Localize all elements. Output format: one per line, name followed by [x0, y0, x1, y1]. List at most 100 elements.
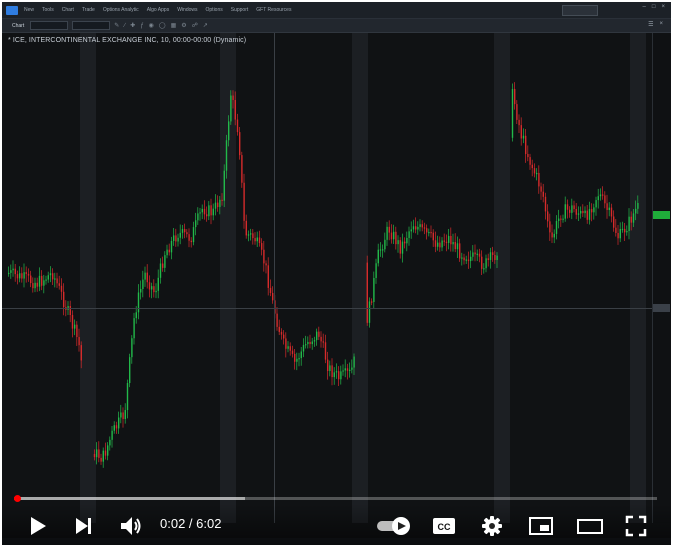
candle-body [287, 346, 289, 349]
candle-body [522, 135, 525, 139]
candle-body [302, 344, 305, 352]
candle-body [586, 210, 588, 220]
candle-body [298, 358, 300, 360]
candle-body [496, 255, 498, 261]
candle-body [71, 315, 74, 329]
candle-body [296, 358, 298, 362]
candle-body [32, 283, 34, 289]
next-button[interactable] [74, 516, 94, 536]
candle-body [595, 200, 597, 208]
candle-body [542, 191, 544, 197]
candle-body [417, 226, 419, 230]
close-icon: × [661, 4, 665, 10]
candle-body [401, 241, 404, 254]
candle-body [100, 457, 102, 462]
candle-body [23, 272, 25, 279]
candle-body [214, 202, 217, 209]
candle-body [584, 210, 586, 214]
candle-body [621, 228, 624, 231]
candle-body [606, 203, 608, 210]
play-button[interactable] [28, 515, 48, 537]
candle-body [527, 154, 529, 158]
candle-body [27, 273, 30, 276]
window-controls: – □ × [643, 4, 665, 10]
candle-body [406, 237, 408, 244]
candle-body [423, 227, 426, 229]
candle-body [190, 240, 192, 243]
link-icon: ☍ [191, 23, 198, 29]
candle-body [624, 228, 626, 233]
autoplay-toggle[interactable] [376, 516, 412, 536]
crosshair-tool-icon: ✚ [130, 23, 136, 29]
next-icon [76, 518, 91, 534]
menu-item-options: Options [205, 7, 223, 13]
candle-body [265, 263, 267, 266]
candle-body [454, 242, 456, 250]
candle-body [615, 227, 617, 234]
candle-body [25, 272, 27, 274]
candle-body [575, 208, 577, 215]
candle-body [551, 232, 553, 238]
volume-button[interactable] [119, 514, 143, 538]
candle-body [300, 351, 302, 359]
candle-body [320, 336, 322, 342]
candle-body [626, 231, 628, 233]
candle-body [324, 342, 327, 360]
candle-body [118, 417, 120, 429]
candle-body [555, 221, 558, 234]
candle-body [331, 365, 333, 378]
candle-body [162, 263, 164, 268]
candle-body [135, 312, 137, 319]
candle-body [426, 228, 428, 233]
candle-body [415, 226, 417, 230]
settings-button[interactable] [481, 515, 503, 537]
candle-body [93, 454, 96, 458]
trendline-icon: ∕ [124, 22, 126, 29]
theater-mode-button[interactable] [576, 516, 604, 536]
candle-body [349, 369, 351, 371]
candle-body [617, 233, 619, 239]
candle-body [514, 88, 516, 105]
video-frame[interactable]: New Tools Chart Trade Options Analytic A… [2, 2, 671, 545]
captions-label: CC [438, 522, 451, 532]
candle-body [511, 88, 514, 138]
app-menubar: New Tools Chart Trade Options Analytic A… [2, 2, 671, 19]
candle-body [329, 365, 331, 372]
autoplay-toggle-icon [377, 517, 410, 535]
candle-body [283, 334, 285, 339]
compare-icon: ◯ [158, 23, 166, 29]
candle-body [201, 208, 203, 213]
candle-body [632, 213, 635, 223]
candle-body [60, 285, 63, 292]
chart-title: * ICE, INTERCONTINENTAL EXCHANGE INC, 10… [8, 37, 247, 44]
candle-body [219, 199, 221, 208]
candle-body [230, 95, 232, 122]
candle-body [267, 265, 269, 288]
candle-body [344, 368, 346, 371]
chart-window-controls: ☰ × [648, 21, 663, 28]
fullscreen-button[interactable] [625, 515, 647, 537]
candle-body [333, 372, 335, 378]
candle-body [481, 256, 483, 269]
studies-icon: ƒ [140, 22, 144, 29]
candle-body [390, 232, 393, 240]
maximize-icon: □ [651, 4, 656, 10]
candle-body [386, 226, 388, 240]
captions-button[interactable]: CC [432, 516, 456, 536]
candle-body [564, 204, 566, 219]
candle-body [104, 450, 107, 456]
candle-body [566, 204, 569, 210]
candle-body [428, 231, 430, 234]
candle-body [353, 356, 355, 368]
candle-body [483, 268, 485, 270]
miniplayer-button[interactable] [528, 516, 554, 536]
candle-body [153, 286, 155, 293]
progress-bar[interactable] [14, 495, 657, 502]
candle-body [159, 263, 162, 278]
candle-body [155, 290, 157, 293]
candle-body [107, 445, 109, 456]
candle-body [419, 224, 421, 227]
candle-body [234, 99, 236, 120]
crosshair-horizontal [2, 308, 652, 309]
candle-body [452, 242, 454, 245]
